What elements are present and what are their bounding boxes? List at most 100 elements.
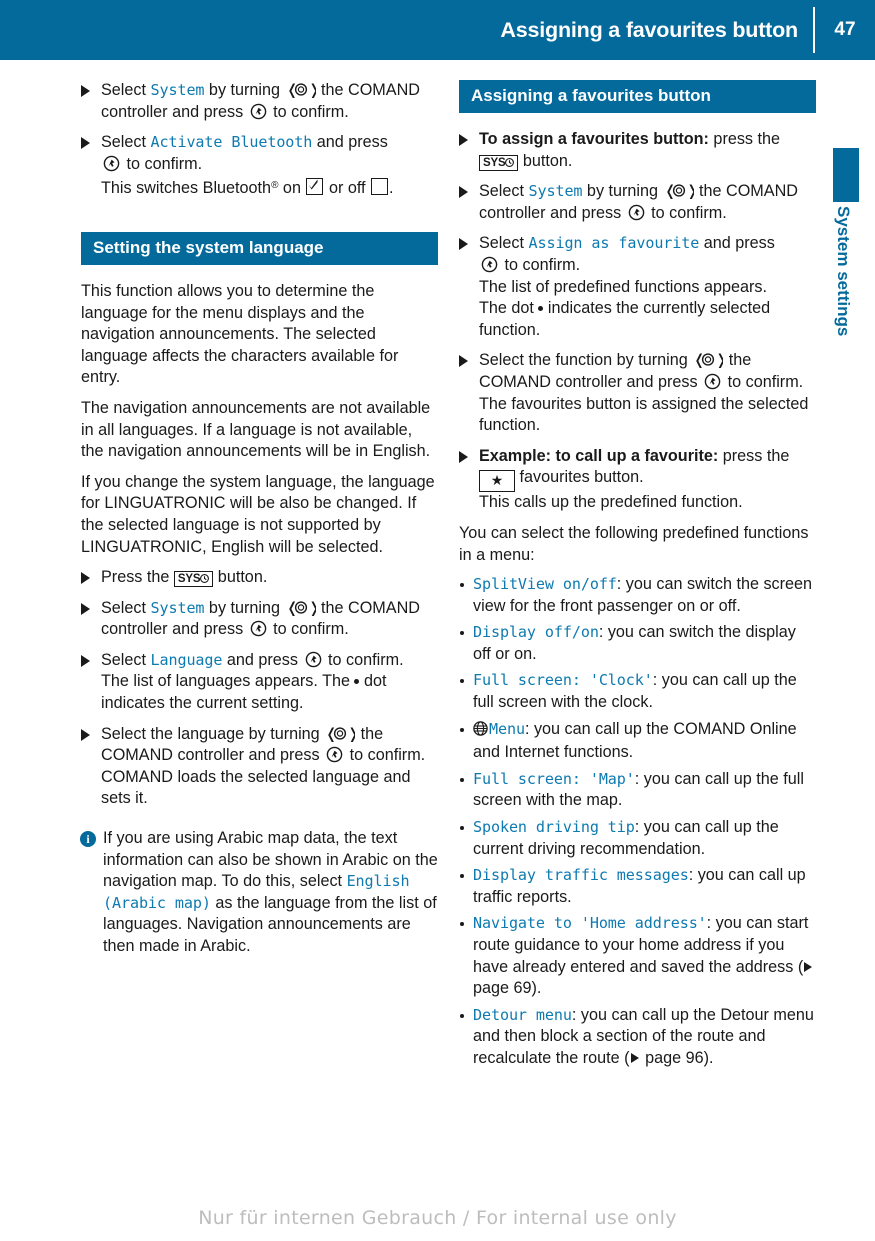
- svg-text:❭: ❭: [308, 599, 316, 616]
- menu-item-display-off-on: Display off/on: [473, 623, 599, 642]
- svg-text:❬: ❬: [286, 81, 299, 98]
- menu-item-detour-menu: Detour menu: [473, 1005, 572, 1024]
- bullet-dot-icon: [460, 679, 464, 684]
- step-text: Select: [479, 182, 529, 201]
- step-text: press the: [718, 446, 790, 465]
- substep-text: This switches Bluetooth: [101, 179, 272, 198]
- press-comand-controller-icon: [103, 155, 120, 172]
- list-item: Full screen: 'Clock': you can call up th…: [459, 670, 816, 713]
- press-comand-controller-icon: [481, 256, 498, 273]
- menu-item-assign-as-favourite: Assign as favourite: [528, 234, 700, 253]
- sys-button-icon[interactable]: SYS: [173, 571, 214, 588]
- step-text: Select: [479, 234, 529, 253]
- info-icon: i: [80, 831, 96, 848]
- page-title: Assigning a favourites button: [500, 17, 798, 42]
- press-comand-controller-icon: [704, 373, 721, 390]
- sys-button-label: SYS: [483, 156, 506, 169]
- favourites-star-glyph: ★: [490, 472, 504, 489]
- step-text: button.: [213, 568, 268, 587]
- globe-icon: [473, 720, 488, 740]
- step-triangle-icon: [81, 654, 90, 667]
- checkbox-checked-icon: [306, 178, 324, 196]
- sys-button-icon[interactable]: SYS: [479, 154, 519, 171]
- chapter-tab-label-wrap: System settings: [828, 206, 858, 436]
- rotate-comand-controller-icon: ❬❭: [664, 182, 699, 200]
- step-select-system-fav: Select System by turning ❬❭ the COMAND c…: [459, 181, 816, 224]
- step-activate-bluetooth: Select Activate Bluetooth and press to c…: [81, 132, 438, 200]
- page-header-content: Assigning a favourites button 47: [500, 0, 875, 60]
- step-assign-as-favourite: Select Assign as favourite and press to …: [459, 233, 816, 341]
- step-text: by turning: [204, 81, 285, 99]
- step-select-function: Select the function by turning ❬❭ the CO…: [459, 350, 816, 436]
- step-triangle-icon: [81, 572, 90, 585]
- bullet-dot-icon: [460, 922, 464, 927]
- list-item: Detour menu: you can call up the Detour …: [459, 1005, 816, 1070]
- step-triangle-icon: [459, 134, 468, 146]
- page-reference-text: page 96: [640, 1048, 704, 1067]
- list-item: Navigate to 'Home address': you can star…: [459, 913, 816, 999]
- step-text: Select: [101, 650, 151, 669]
- paragraph: If you change the system language, the l…: [81, 472, 435, 556]
- step-text: Select the language by turning: [101, 724, 325, 743]
- step-select-language: Select Language and press to confirm. Th…: [81, 650, 438, 715]
- step-text: Select the function by turning: [479, 351, 693, 370]
- list-item: Display off/on: you can switch the displ…: [459, 622, 816, 665]
- bullet-dot-icon: [460, 826, 464, 831]
- step-substep: COMAND loads the selected language and s…: [101, 767, 411, 808]
- menu-item-system: System: [150, 81, 205, 99]
- bullet-dot-icon: [460, 1013, 464, 1018]
- step-text: Select: [101, 133, 151, 152]
- menu-item-system: System: [150, 598, 205, 617]
- rotate-comand-controller-icon: ❬❭: [286, 81, 321, 99]
- rotate-comand-controller-icon: ❬❭: [693, 351, 728, 369]
- menu-item-activate-bluetooth: Activate Bluetooth: [150, 133, 313, 152]
- bullet-dot-icon: [460, 874, 464, 879]
- list-item: SplitView on/off: you can switch the scr…: [459, 574, 816, 617]
- step-select-language-value: Select the language by turning ❬❭ the CO…: [81, 724, 438, 810]
- sys-clock-glyph: [200, 574, 210, 584]
- menu-item-system: System: [528, 182, 583, 201]
- bullet-dot-icon: [460, 727, 464, 732]
- step-text: Select: [101, 598, 151, 617]
- list-item: Full screen: 'Map': you can call up the …: [459, 769, 816, 812]
- press-comand-controller-icon: [305, 651, 322, 668]
- step-triangle-icon: [81, 728, 90, 741]
- left-column: Select System by turning ❬❭ the COMAND c…: [80, 80, 438, 958]
- press-comand-controller-icon: [326, 746, 343, 763]
- internal-use-watermark: Nur für internen Gebrauch / For internal…: [198, 1207, 677, 1229]
- list-item: Display traffic messages: you can call u…: [459, 865, 816, 908]
- section-heading-setting-language: Setting the system language: [81, 231, 438, 265]
- bullet-dot-icon: [460, 777, 464, 782]
- step-bold-lead: Example: to call up a favourite:: [479, 446, 719, 465]
- bullet-dot-icon: [460, 631, 464, 636]
- step-text: favourites button.: [515, 468, 644, 487]
- bullet-dot-icon: [460, 583, 464, 588]
- favourites-star-button-icon[interactable]: ★: [479, 470, 515, 493]
- sys-button-label: SYS: [177, 573, 201, 586]
- step-triangle-icon: [81, 602, 90, 615]
- step-triangle-icon: [81, 85, 90, 97]
- step-substep: The dot indicates the currently selected…: [479, 298, 816, 341]
- page-reference-triangle-icon: [804, 961, 813, 972]
- step-text: and press: [222, 650, 303, 669]
- svg-text:❬: ❬: [664, 182, 677, 199]
- step-text: press the: [708, 130, 781, 148]
- page-number: 47: [834, 19, 856, 40]
- substep-text: or off: [324, 179, 371, 198]
- step-text: Press the: [101, 568, 174, 587]
- press-comand-controller-icon: [250, 103, 267, 120]
- chapter-tab-marker: [833, 148, 859, 202]
- step-select-system-bt: Select System by turning ❬❭ the COMAND c…: [81, 80, 438, 123]
- substep-text: on: [278, 179, 306, 198]
- step-press-sys-button: Press the SYS button.: [81, 567, 438, 589]
- step-triangle-icon: [459, 238, 468, 251]
- step-text: to confirm.: [345, 746, 426, 765]
- menu-item-splitview: SplitView on/off: [473, 575, 617, 594]
- paragraph: The navigation announcements are not ava…: [81, 398, 431, 461]
- checkbox-unchecked-icon: [371, 178, 389, 196]
- step-text: by turning: [204, 598, 285, 617]
- page-reference-triangle-icon: [630, 1052, 639, 1063]
- menu-item-full-screen-map: Full screen: 'Map': [473, 769, 635, 788]
- step-text: to confirm.: [268, 620, 349, 639]
- svg-text:❭: ❭: [686, 182, 694, 199]
